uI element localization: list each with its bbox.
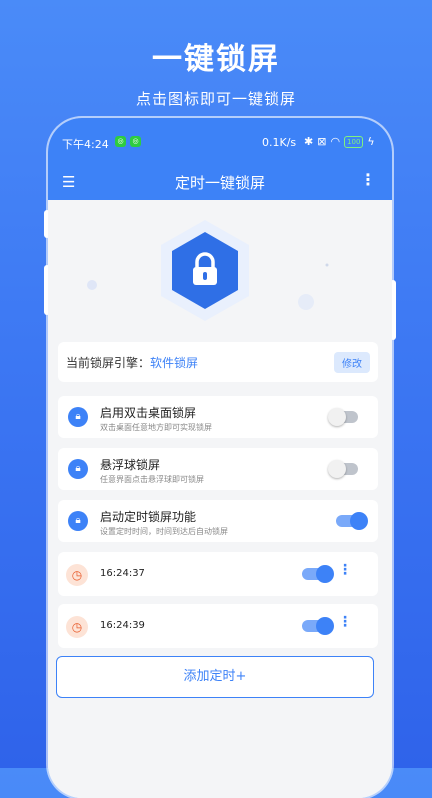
lock-icon: 🔒︎ (68, 407, 88, 427)
option-title: 启用双击桌面锁屏 (100, 406, 197, 420)
option-title: 悬浮球锁屏 (100, 458, 161, 472)
sim-icon: ⊠ (317, 135, 327, 148)
notification-icon: ◎ (115, 136, 126, 147)
option-timer-lock[interactable]: 🔒︎ 启动定时锁屏功能 设置定时时间，时间到达后自动锁屏 (58, 500, 378, 542)
lock-icon-keyhole (203, 272, 207, 280)
timer-item[interactable]: ◷ 16:24:39 ⋮ (58, 604, 378, 648)
app-title: 定时一键锁屏 (174, 174, 265, 192)
hero-subtitle: 点击图标即可一键锁屏 (135, 90, 296, 108)
add-timer-button[interactable]: 添加定时+ (56, 656, 374, 698)
decor-dot (87, 280, 97, 290)
main-content: 当前锁屏引擎： 软件锁屏 修改 🔒︎ 启用双击桌面锁屏 双击桌面任意地方即可实现… (48, 200, 392, 798)
status-icons: ✱ ⊠ ◠ 100 ϟ (304, 135, 375, 148)
hero-title: 一键锁屏 (152, 42, 280, 77)
toggle-double-tap[interactable] (328, 408, 358, 426)
clock-icon: ◷ (66, 564, 88, 586)
lock-icon: 🔒︎ (68, 511, 88, 531)
decor-dot (298, 294, 314, 310)
engine-value: 软件锁屏 (150, 356, 199, 370)
phone-frame: 下午4:24 ◎ ◎ 0.1K/s ✱ ⊠ ◠ 100 ϟ ☰ 定时一键锁屏 ⋮ (48, 118, 392, 798)
option-desc: 双击桌面任意地方即可实现锁屏 (100, 423, 212, 432)
timer-more-icon[interactable]: ⋮ (338, 614, 352, 630)
lock-logo-area (48, 200, 392, 330)
timer-item[interactable]: ◷ 16:24:37 ⋮ (58, 552, 378, 596)
decor-dot (325, 263, 329, 267)
status-bar: 下午4:24 ◎ ◎ 0.1K/s ✱ ⊠ ◠ 100 ϟ (48, 118, 392, 164)
timer-more-icon[interactable]: ⋮ (338, 562, 352, 578)
bluetooth-icon: ✱ (304, 135, 314, 148)
option-desc: 设置定时时间，时间到达后自动锁屏 (100, 527, 228, 536)
toggle-timer-lock[interactable] (336, 512, 368, 530)
engine-label: 当前锁屏引擎： (66, 356, 151, 370)
edit-engine-button[interactable]: 修改 (334, 352, 370, 373)
option-double-tap[interactable]: 🔒︎ 启用双击桌面锁屏 双击桌面任意地方即可实现锁屏 (58, 396, 378, 438)
clock-icon: ◷ (66, 616, 88, 638)
more-vertical-icon[interactable]: ⋮ (360, 170, 376, 189)
lock-icon: 🔒︎ (68, 459, 88, 479)
option-title: 启动定时锁屏功能 (100, 510, 197, 524)
timer-time: 16:24:39 (100, 620, 145, 631)
option-float-ball[interactable]: 🔒︎ 悬浮球锁屏 任意界面点击悬浮球即可锁屏 (58, 448, 378, 490)
timer-time: 16:24:37 (100, 568, 145, 579)
network-speed: 0.1K/s (262, 136, 297, 149)
charging-icon: ϟ (367, 135, 375, 148)
lock-engine-card: 当前锁屏引擎： 软件锁屏 修改 (58, 342, 378, 382)
lock-logo[interactable] (48, 200, 392, 330)
timer-toggle[interactable] (302, 617, 334, 635)
notification-icon: ◎ (130, 136, 141, 147)
wifi-icon: ◠ (330, 135, 341, 148)
battery-icon: 100 (344, 135, 364, 148)
option-desc: 任意界面点击悬浮球即可锁屏 (100, 475, 204, 484)
timer-toggle[interactable] (302, 565, 334, 583)
toggle-float-ball[interactable] (328, 460, 358, 478)
status-time: 下午4:24 (62, 138, 109, 151)
app-bar: ☰ 定时一键锁屏 ⋮ (48, 164, 392, 200)
